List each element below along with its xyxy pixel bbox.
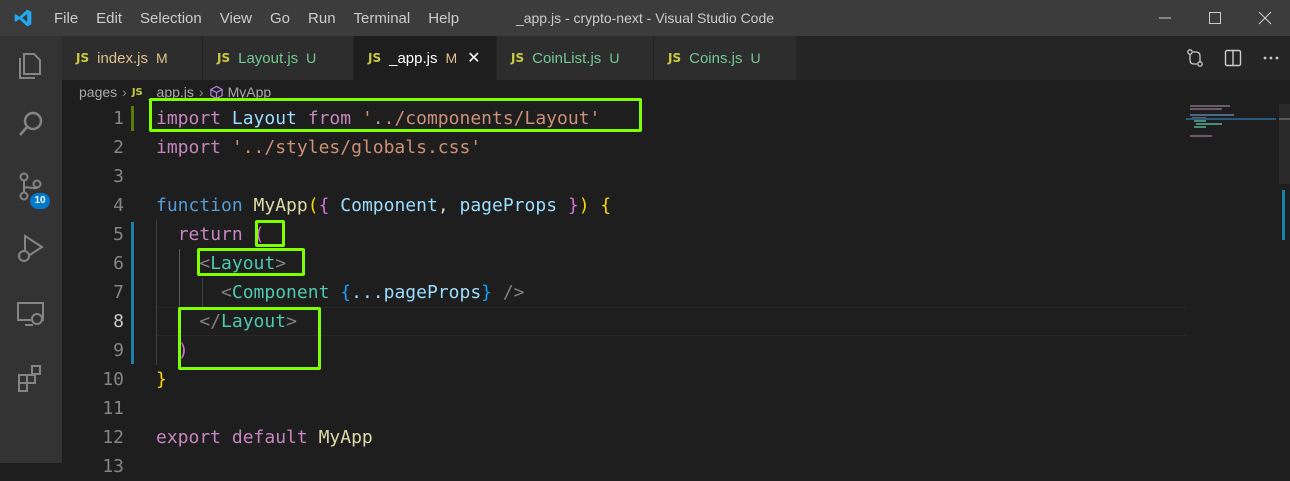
tab-label: _app.js [389,49,438,67]
tab-app-js[interactable]: JS _app.js M ✕ [354,36,497,80]
minimize-button[interactable] [1140,0,1190,36]
scrollbar-git-marker [1282,190,1285,240]
code-line-2: import '../styles/globals.css' [156,137,482,158]
maximize-icon [1209,12,1221,24]
title-bar: File Edit Selection View Go Run Terminal… [0,0,1290,36]
line-number: 3 [113,166,124,187]
highlight-box-open-paren [255,220,285,247]
js-file-icon: JS [131,86,143,98]
tab-close-icon[interactable]: ✕ [467,48,480,68]
chevron-right-icon: › [122,84,127,100]
highlight-box-import [149,98,642,132]
tab-label: Coins.js [689,49,743,67]
git-modified-marker [131,222,134,364]
menu-run[interactable]: Run [308,10,336,27]
code-line-5: return ( [177,224,265,245]
open-changes-button[interactable] [1176,36,1214,80]
minimap[interactable] [1186,104,1276,463]
minimize-icon [1159,17,1171,19]
line-number: 2 [113,137,124,158]
scrollbar-thumb[interactable] [1279,104,1290,184]
tab-status: U [306,50,317,66]
source-control-badge: 10 [30,193,50,209]
minimap-current-line [1186,118,1276,120]
menu-file[interactable]: File [54,10,78,27]
line-number: 4 [113,195,124,216]
tab-coins-js[interactable]: JS Coins.js U [654,36,797,80]
maximize-button[interactable] [1190,0,1240,36]
menu-selection[interactable]: Selection [140,10,202,27]
split-editor-button[interactable] [1214,36,1252,80]
close-button[interactable] [1240,0,1290,36]
tab-status: M [155,50,168,66]
compare-changes-icon [1187,49,1203,67]
vscode-logo-icon [14,9,32,27]
code-line-12: export default MyApp [156,427,373,448]
js-file-icon: JS [76,51,90,65]
minimap-line [1190,114,1234,116]
more-actions-button[interactable] [1252,36,1290,80]
editor-actions [1176,36,1290,80]
extensions-icon[interactable] [15,362,47,394]
line-number: 6 [113,253,124,274]
menu-go[interactable]: Go [270,10,290,27]
tab-label: Layout.js [238,49,299,67]
highlight-box-layout-close [178,307,321,370]
line-number: 12 [102,427,124,448]
minimap-line [1194,120,1206,122]
line-number: 5 [113,224,124,245]
git-added-marker [131,106,134,131]
code-line-10: } [156,369,167,390]
menu-view[interactable]: View [220,10,252,27]
menu-bar: File Edit Selection View Go Run Terminal… [54,0,477,36]
highlight-box-layout-open [197,248,305,276]
line-number: 7 [113,282,124,303]
tab-index-js[interactable]: JS index.js M [62,36,203,80]
tab-coinlist-js[interactable]: JS CoinList.js U [497,36,654,80]
remote-explorer-icon[interactable] [15,298,47,330]
minimap-line [1190,108,1222,110]
scrollbar-cursor-marker [1279,118,1290,120]
minimap-line [1196,123,1222,125]
tab-status: M [445,50,458,66]
line-number: 10 [102,369,124,390]
explorer-icon[interactable] [15,48,47,80]
minimap-line [1190,135,1212,137]
js-file-icon: JS [668,51,682,65]
line-number: 8 [113,311,124,332]
run-debug-icon[interactable] [15,232,47,264]
breadcrumb-folder[interactable]: pages [79,84,117,100]
line-number: 11 [102,398,124,419]
minimap-line [1190,105,1230,107]
line-number: 13 [102,456,124,477]
tab-bar: JS index.js M JS Layout.js U JS _app.js … [62,36,1290,80]
js-file-icon: JS [368,51,382,65]
search-icon[interactable] [15,108,47,140]
menu-edit[interactable]: Edit [96,10,122,27]
tab-status: U [609,50,620,66]
window-controls [1140,0,1290,36]
line-number: 9 [113,340,124,361]
tab-layout-js[interactable]: JS Layout.js U [203,36,354,80]
code-line-7: <Component {...pageProps} /> [221,282,525,303]
ellipsis-icon [1263,56,1279,60]
menu-help[interactable]: Help [428,10,459,27]
tab-status: U [750,50,761,66]
minimap-line [1194,126,1206,128]
close-icon [1258,11,1272,25]
code-line-4: function MyApp({ Component, pageProps })… [156,195,612,216]
tab-label: CoinList.js [532,49,602,67]
code-editor[interactable]: 1 2 3 4 5 6 7 8 9 10 11 12 13 import Lay… [62,98,1290,477]
js-file-icon: JS [217,51,231,65]
tab-label: index.js [97,49,148,67]
js-file-icon: JS [511,51,525,65]
line-number: 1 [113,108,124,129]
activity-bar: 10 [0,36,62,463]
vertical-scrollbar[interactable] [1279,104,1290,463]
menu-terminal[interactable]: Terminal [354,10,411,27]
split-editor-icon [1224,49,1242,67]
